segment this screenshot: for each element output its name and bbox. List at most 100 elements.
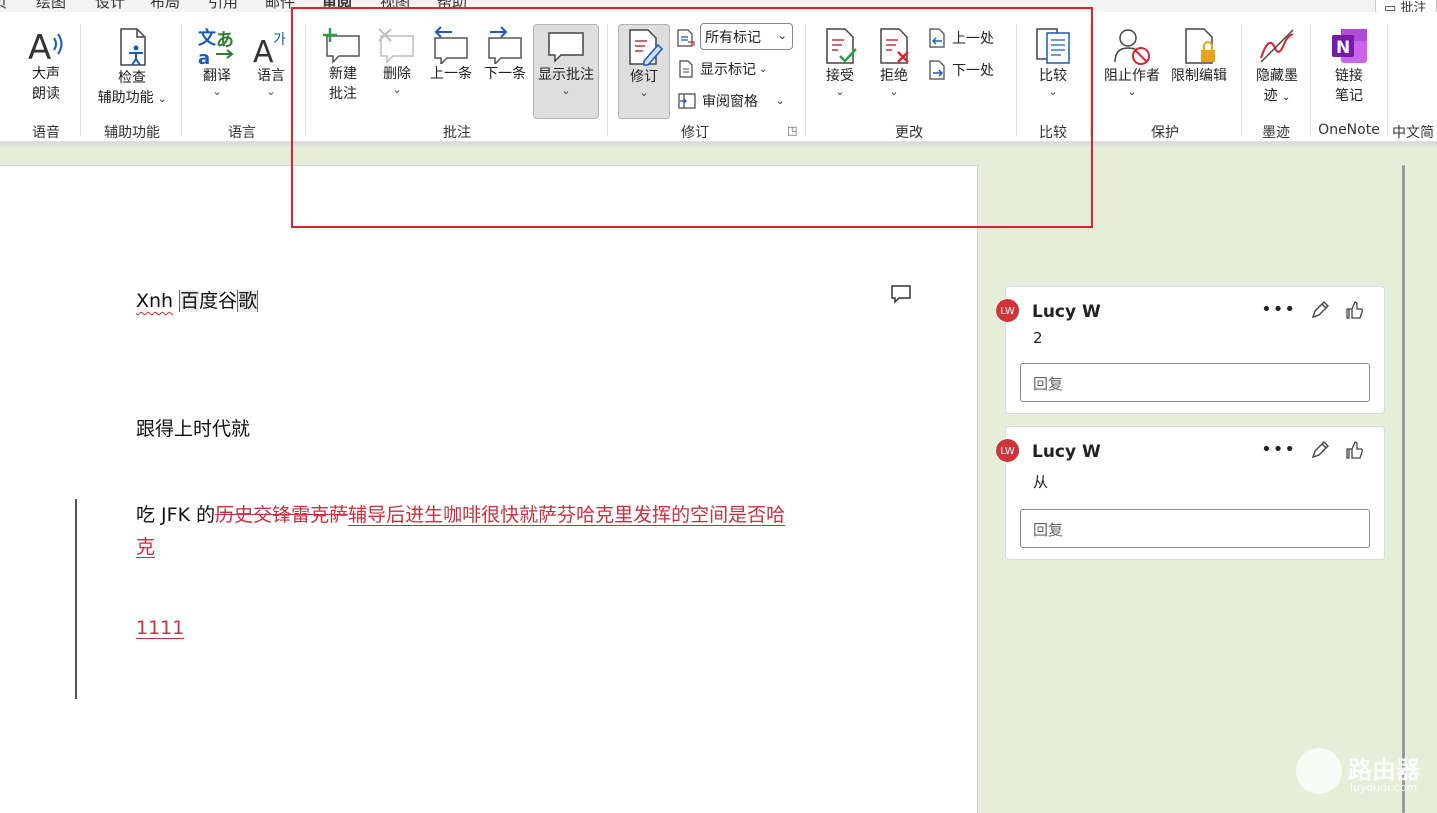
language-icon: A 가 [253, 32, 286, 66]
inserted-text[interactable]: 1111 [136, 617, 184, 639]
like-thumb-icon[interactable] [1344, 300, 1364, 320]
avatar: LW [995, 298, 1020, 323]
ribbon-tab-strip: 页 绘图 设计 布局 引用 邮件 审阅 视图 帮助 ▭ 批注 [0, 0, 1437, 12]
edit-pencil-icon[interactable] [1310, 300, 1330, 320]
vertical-scrollbar[interactable] [1402, 165, 1405, 813]
document-paragraph-4[interactable]: 1111 [136, 617, 184, 639]
linked-notes-button[interactable]: N 链接 笔记 [1322, 26, 1376, 106]
commented-text[interactable]: 歌 [237, 290, 259, 312]
svg-text:A: A [253, 35, 274, 66]
reply-input[interactable]: 回复 [1020, 509, 1370, 548]
group-label-accessibility: 辅助功能 [104, 125, 160, 141]
previous-comment-button[interactable]: 上一条 [426, 26, 476, 84]
lock-document-icon [1185, 28, 1215, 64]
comment-card[interactable]: LW Lucy W ••• 2 回复 [995, 286, 1385, 414]
ribbon-shadow [0, 142, 1437, 148]
tab-design[interactable]: 设计 [95, 0, 125, 12]
next-comment-button[interactable]: 下一条 [480, 26, 530, 84]
comment-icon: ▭ [1384, 1, 1397, 12]
inserted-text[interactable]: 克 [136, 536, 155, 558]
delete-comment-icon [378, 28, 414, 64]
accessibility-check-icon [120, 28, 146, 66]
group-label-comments: 批注 [443, 125, 471, 141]
tab-draw[interactable]: 绘图 [36, 0, 66, 12]
edit-pencil-icon[interactable] [1310, 440, 1330, 460]
reject-change-button[interactable]: 拒绝 ⌄ [872, 26, 916, 98]
tab-help[interactable]: 帮助 [437, 0, 467, 12]
track-changes-button[interactable]: 修订 ⌄ [618, 24, 670, 119]
comment-card[interactable]: LW Lucy W ••• 从 回复 [995, 426, 1385, 560]
tab-review[interactable]: 审阅 [322, 0, 352, 12]
previous-change-button[interactable]: 上一处 [928, 27, 994, 49]
hide-ink-button[interactable]: 隐藏墨 迹 ⌄ [1250, 26, 1304, 108]
group-separator [181, 24, 182, 136]
group-separator [1310, 24, 1311, 136]
comment-actions: ••• [1261, 439, 1364, 460]
like-thumb-icon[interactable] [1344, 440, 1364, 460]
tab-references[interactable]: 引用 [208, 0, 238, 12]
svg-text:N: N [1336, 38, 1350, 58]
show-comments-button[interactable]: 显示批注 ⌄ [533, 24, 599, 119]
check-accessibility-button[interactable]: 检查 辅助功能 ⌄ [92, 26, 172, 110]
document-paragraph-3[interactable]: 吃 JFK 的历史交锋雷克萨辅导后进生咖啡很快就萨芬哈克里发挥的空间是否哈 [136, 500, 785, 527]
reviewing-pane-button[interactable]: 审阅窗格 ⌄ [678, 90, 784, 112]
group-separator [1387, 24, 1388, 136]
markup-view-select[interactable]: 所有标记 ⌄ [700, 23, 793, 50]
restrict-editing-button[interactable]: 限制编辑 [1168, 26, 1230, 86]
tab-mailings[interactable]: 邮件 [265, 0, 295, 12]
reviewing-pane-icon [678, 93, 696, 109]
more-options-icon[interactable]: ••• [1261, 299, 1296, 320]
chevron-down-icon: ⌄ [759, 63, 768, 75]
reject-icon [880, 28, 909, 64]
group-separator [1016, 24, 1017, 136]
more-options-icon[interactable]: ••• [1261, 439, 1296, 460]
svg-text:A: A [28, 28, 51, 64]
show-markup-icon [679, 60, 693, 78]
previous-change-icon [929, 28, 945, 48]
document-paragraph-2[interactable]: 跟得上时代就 [136, 414, 250, 441]
tab-home[interactable]: 页 [0, 0, 7, 12]
svg-text:가: 가 [273, 32, 286, 48]
inserted-text[interactable]: 辅导后进生咖啡很快就萨芬哈克里发挥的空间是否哈 [348, 504, 785, 526]
hide-ink-icon [1260, 29, 1294, 63]
comment-author: Lucy W [1032, 302, 1101, 322]
compare-button[interactable]: 比较 ⌄ [1030, 26, 1076, 98]
tab-layout[interactable]: 布局 [150, 0, 180, 12]
group-label-chinese-conversion: 中文简 [1392, 125, 1434, 141]
arrow-right-comment-icon [488, 26, 522, 64]
tab-view[interactable]: 视图 [380, 0, 410, 12]
read-aloud-button[interactable]: A 大声 朗读 [22, 26, 70, 104]
language-button[interactable]: A 가 语言 ⌄ [250, 26, 292, 98]
show-markup-button[interactable]: 显示标记 ⌄ [678, 58, 767, 80]
next-change-icon [929, 60, 945, 80]
document-paragraph-1[interactable]: Xnh 百度谷歌 [136, 286, 259, 313]
comments-toggle-button[interactable]: ▭ 批注 [1375, 0, 1437, 12]
markup-display-icon [677, 29, 695, 47]
deleted-text[interactable]: 历史交锋雷克萨 [215, 504, 348, 526]
track-changes-icon [629, 29, 664, 66]
group-separator [805, 24, 806, 136]
misspelled-word[interactable]: Xnh [136, 290, 173, 312]
document-paragraph-3-wrap[interactable]: 克 [136, 532, 155, 559]
accept-change-button[interactable]: 接受 ⌄ [818, 26, 862, 98]
translate-button[interactable]: 文 あ a 翻译 ⌄ [194, 26, 240, 98]
commented-text[interactable]: 百 [179, 290, 200, 312]
group-label-protect: 保护 [1151, 125, 1179, 141]
group-label-speech: 语音 [32, 125, 60, 141]
delete-comment-button[interactable]: 删除 ⌄ [374, 26, 420, 96]
group-separator [80, 24, 81, 136]
svg-text:a: a [198, 48, 210, 66]
new-comment-button[interactable]: 新建 批注 [318, 26, 368, 104]
group-separator [1090, 24, 1091, 136]
change-bar [75, 499, 77, 699]
review-ribbon: A 大声 朗读 语音 检查 辅助功能 ⌄ 辅助功能 文 あ a 翻译 ⌄ A 가… [0, 12, 1437, 142]
document-page[interactable] [0, 165, 978, 813]
dialog-launcher-icon[interactable]: ◳ [787, 124, 797, 137]
next-change-button[interactable]: 下一处 [928, 59, 994, 81]
comment-author: Lucy W [1032, 442, 1101, 462]
comment-indicator-icon[interactable] [890, 284, 912, 304]
block-authors-button[interactable]: 阻止作者 ⌄ [1100, 26, 1164, 98]
accept-icon [826, 28, 857, 64]
reply-input[interactable]: 回复 [1020, 363, 1370, 402]
group-label-changes: 更改 [895, 125, 923, 141]
